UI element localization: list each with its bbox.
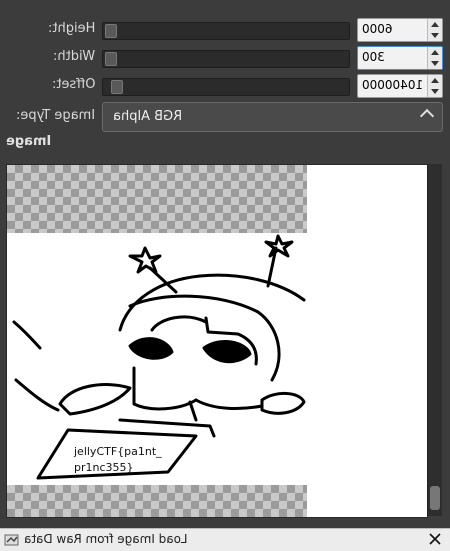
- app-icon: [4, 534, 19, 546]
- preview-scrollbar-thumb[interactable]: [430, 486, 440, 510]
- preview-drawing: [12, 234, 306, 480]
- flag-text: jellyCTF{pa1nt_ pr1nc355}: [74, 444, 162, 476]
- window-title: Load Image from Raw Data: [24, 532, 188, 546]
- preview-scrollbar[interactable]: [427, 164, 442, 516]
- window-titlebar: Load Image from Raw Data: [0, 528, 450, 551]
- flag-line-2: pr1nc355}: [74, 461, 134, 474]
- close-icon[interactable]: [428, 532, 442, 546]
- raw-data-dialog: Height: 6000 Width: 300 Offset: 10400000…: [0, 0, 450, 551]
- flag-line-1: jellyCTF{pa1nt_: [74, 445, 162, 458]
